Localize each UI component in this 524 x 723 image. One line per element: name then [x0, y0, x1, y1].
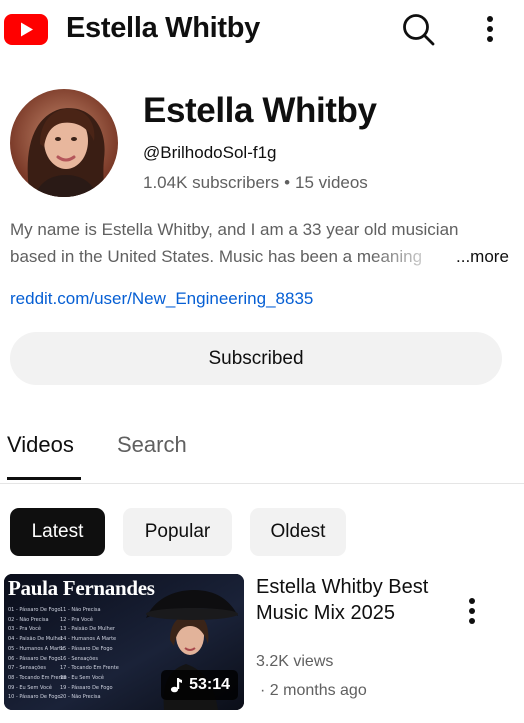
- video-age: · 2 months ago: [260, 682, 367, 699]
- more-vertical-icon[interactable]: [462, 596, 482, 626]
- channel-description[interactable]: My name is Estella Whitby, and I am a 33…: [10, 216, 510, 270]
- channel-tabs: Videos Search: [0, 420, 524, 484]
- subscriber-count: 1.04K subscribers: [143, 173, 280, 192]
- more-vertical-icon[interactable]: [478, 13, 502, 45]
- thumbnail-tracklist-left: 01 - Pássaro De Fogo 02 - Não Precisa 03 -…: [8, 607, 67, 701]
- avatar-image: [10, 89, 118, 197]
- thumbnail-tracklist-right: 11 - Não Precisa 12 - Pra Você 13 - Paixão…: [60, 607, 119, 701]
- description-fade: [370, 243, 460, 270]
- duration-text: 53:14: [189, 676, 230, 693]
- video-count: 15 videos: [295, 173, 368, 192]
- music-note-icon: [170, 678, 183, 693]
- channel-avatar[interactable]: [10, 89, 118, 197]
- app-bar-title: Estella Whitby: [66, 12, 260, 44]
- search-icon[interactable]: [400, 11, 436, 47]
- chip-latest[interactable]: Latest: [10, 508, 105, 556]
- active-tab-indicator: [7, 477, 81, 480]
- description-line-1: My name is Estella Whitby, and I am a 33…: [10, 220, 459, 239]
- video-list-item[interactable]: Paula Fernandes 01 - Pássaro De Fogo 02 -…: [0, 570, 524, 723]
- chip-oldest[interactable]: Oldest: [250, 508, 346, 556]
- youtube-logo-icon[interactable]: [4, 14, 48, 45]
- description-more-link[interactable]: ...more: [455, 243, 509, 270]
- channel-handle: @BrilhodoSol-f1g: [143, 143, 277, 162]
- thumbnail-title: Paula Fernandes: [8, 576, 155, 600]
- video-title[interactable]: Estella Whitby Best Music Mix 2025: [256, 574, 446, 626]
- tab-search[interactable]: Search: [117, 432, 187, 458]
- chip-popular[interactable]: Popular: [123, 508, 232, 556]
- video-views: 3.2K views: [256, 653, 334, 670]
- channel-title: Estella Whitby: [143, 91, 377, 130]
- channel-stats: 1.04K subscribers • 15 videos: [143, 173, 368, 193]
- tab-videos[interactable]: Videos: [7, 432, 74, 458]
- duration-badge: 53:14: [161, 670, 238, 700]
- stats-separator: •: [284, 173, 291, 192]
- top-app-bar: Estella Whitby: [0, 0, 524, 60]
- channel-external-link[interactable]: reddit.com/user/New_Engineering_8835: [10, 289, 313, 309]
- description-line-2: based in the United States. Music has be…: [10, 247, 423, 266]
- video-thumbnail[interactable]: Paula Fernandes 01 - Pássaro De Fogo 02 -…: [4, 574, 244, 710]
- subscribed-button[interactable]: Subscribed: [10, 332, 502, 385]
